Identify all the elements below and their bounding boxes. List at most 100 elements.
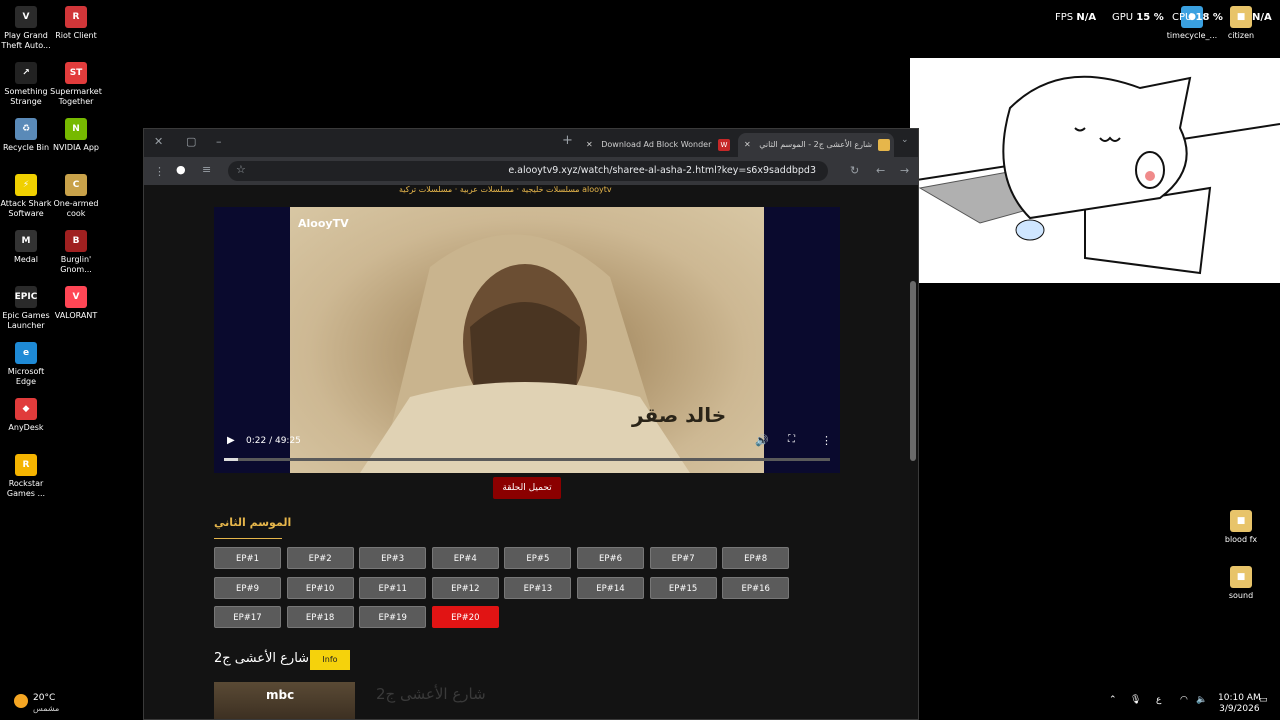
thumbnail-subtitle: شارع الأعشى ج2 xyxy=(376,685,486,703)
progress-bar[interactable] xyxy=(224,458,830,461)
desktop-icon[interactable]: ■ sound xyxy=(1215,566,1267,601)
desktop-icon-label: Rockstar Games ... xyxy=(6,479,46,498)
episode-button[interactable]: EP#1 xyxy=(214,547,281,569)
top-nav[interactable]: مسلسلات خليجية · مسلسلات عربية · مسلسلات… xyxy=(399,185,612,194)
forward-icon[interactable]: → xyxy=(900,164,909,177)
app-icon: ⚡ xyxy=(15,174,37,196)
desktop-icon[interactable]: ◆ AnyDesk xyxy=(0,398,52,433)
app-icon: EPIC xyxy=(15,286,37,308)
episode-button[interactable]: EP#8 xyxy=(722,547,790,569)
app-icon: R xyxy=(65,6,87,28)
scrollbar[interactable] xyxy=(910,281,916,461)
fullscreen-icon[interactable]: ⛶ xyxy=(788,434,795,445)
close-icon[interactable]: ✕ xyxy=(744,140,751,149)
season-underline xyxy=(214,538,282,539)
app-icon: V xyxy=(15,6,37,28)
episode-button[interactable]: EP#2 xyxy=(286,547,354,569)
app-icon: ↗ xyxy=(15,62,37,84)
desktop-icon[interactable]: B Burglin' Gnom... xyxy=(50,230,102,275)
close-icon[interactable]: ✕ xyxy=(586,140,593,149)
menu-icon[interactable]: ⋮ xyxy=(154,165,165,178)
download-episode-button[interactable]: تحميل الحلقة xyxy=(493,477,561,499)
episode-button[interactable]: EP#4 xyxy=(431,547,499,569)
microphone-icon[interactable]: 🎙 xyxy=(1130,695,1141,705)
episode-button[interactable]: EP#6 xyxy=(577,547,644,569)
chevron-down-icon[interactable]: ⌄ xyxy=(901,135,909,145)
tab-bar: ✕ ▢ – + ✕ Download Ad Block Wonder W ✕ ش… xyxy=(144,129,918,157)
desktop-icon[interactable]: R Riot Client xyxy=(50,6,102,41)
reload-icon[interactable]: ↻ xyxy=(850,164,859,177)
url-text: e.alooytv9.xyz/watch/sharee-al-asha-2.ht… xyxy=(508,165,816,176)
desktop-icon-label: Supermarket Together xyxy=(50,87,102,106)
episode-button[interactable]: EP#3 xyxy=(359,547,427,569)
desktop-icon[interactable]: EPIC Epic Games Launcher xyxy=(0,286,52,331)
close-icon[interactable]: ✕ xyxy=(154,135,163,148)
desktop-icon[interactable]: C One-armed cook xyxy=(50,174,102,219)
tab-current[interactable]: ✕ شارع الأعشى ج2 - الموسم الثاني xyxy=(738,133,894,157)
episode-button[interactable]: EP#5 xyxy=(504,547,572,569)
desktop-icon[interactable]: R Rockstar Games ... xyxy=(0,454,52,499)
episode-button[interactable]: EP#10 xyxy=(286,576,354,599)
episode-button[interactable]: EP#14 xyxy=(577,576,644,599)
episode-button[interactable]: EP#7 xyxy=(649,547,717,569)
desktop-icon-label: Riot Client xyxy=(55,31,97,40)
mbc-logo: mbc xyxy=(266,688,295,702)
watermark: AlooyTV xyxy=(298,217,349,230)
extension-icon[interactable]: ● xyxy=(176,163,186,176)
omnibox[interactable]: ☆ e.alooytv9.xyz/watch/sharee-al-asha-2.… xyxy=(228,161,828,181)
desktop-icon[interactable]: ■ blood fx xyxy=(1215,510,1267,545)
clock[interactable]: 10:10 AM 3/9/2026 xyxy=(1218,693,1261,715)
notification-icon[interactable]: ▭ xyxy=(1259,695,1268,705)
time-readout: 0:22 / 49:25 xyxy=(246,436,301,446)
desktop-icon-label: timecycle_... xyxy=(1166,31,1218,40)
episode-button[interactable]: EP#20 xyxy=(431,606,499,628)
chevron-up-icon[interactable]: ⌃ xyxy=(1109,695,1117,705)
desktop-icon-label: One-armed cook xyxy=(53,199,99,218)
sun-icon xyxy=(14,694,28,708)
progress-fill xyxy=(224,458,238,461)
desktop-icon[interactable]: ST Supermarket Together xyxy=(50,62,102,107)
wonder-icon: W xyxy=(718,139,730,151)
show-thumbnail[interactable]: mbc xyxy=(214,682,355,719)
episode-button[interactable]: EP#18 xyxy=(286,606,354,628)
desktop-icon-label: Attack Shark Software xyxy=(0,199,52,218)
address-bar: ⋮ ● ≡ ☆ e.alooytv9.xyz/watch/sharee-al-a… xyxy=(144,157,918,185)
episode-button[interactable]: EP#13 xyxy=(504,576,572,599)
back-icon[interactable]: ← xyxy=(876,164,885,177)
player-controls: ▶ 0:22 / 49:25 🔊 ⛶ ⋮ xyxy=(214,427,840,473)
info-button[interactable]: Info xyxy=(310,650,350,670)
bookmark-star-icon[interactable]: ☆ xyxy=(236,163,246,176)
desktop-icon[interactable]: M Medal xyxy=(0,230,52,265)
volume-icon[interactable]: 🔊 xyxy=(755,434,769,447)
reading-list-icon[interactable]: ≡ xyxy=(202,163,211,176)
more-icon[interactable]: ⋮ xyxy=(821,434,832,447)
desktop-icon[interactable]: V Play Grand Theft Auto... xyxy=(0,6,52,51)
gpu-readout: GPU 15 % xyxy=(1112,12,1164,23)
desktop-icon[interactable]: e Microsoft Edge xyxy=(0,342,52,387)
maximize-icon[interactable]: ▢ xyxy=(186,135,196,148)
desktop-icon[interactable]: ♻ Recycle Bin xyxy=(0,118,52,153)
desktop-icon[interactable]: ↗ Something Strange xyxy=(0,62,52,107)
video-caption: خالد صقر xyxy=(632,403,727,427)
minimize-icon[interactable]: – xyxy=(216,135,222,148)
episode-button[interactable]: EP#17 xyxy=(214,606,281,628)
episode-button[interactable]: EP#19 xyxy=(359,606,427,628)
speaker-icon[interactable]: 🔈 xyxy=(1196,695,1207,705)
play-icon[interactable]: ▶ xyxy=(227,435,235,446)
episode-button[interactable]: EP#12 xyxy=(431,576,499,599)
episode-button[interactable]: EP#9 xyxy=(214,576,281,599)
episode-button[interactable]: EP#16 xyxy=(722,576,790,599)
app-icon: ■ xyxy=(1230,566,1252,588)
desktop-icon[interactable]: N NVIDIA App xyxy=(50,118,102,153)
desktop-icon[interactable]: ⚡ Attack Shark Software xyxy=(0,174,52,219)
show-title: شارع الأعشى ج2 xyxy=(214,651,310,666)
video-player[interactable]: AlooyTV خالد صقر ▶ 0:22 / 49:25 🔊 ⛶ ⋮ xyxy=(214,207,840,473)
wifi-icon[interactable]: ◠ xyxy=(1180,695,1188,705)
new-tab-icon[interactable]: + xyxy=(562,133,573,148)
app-icon: ◆ xyxy=(15,398,37,420)
episode-button[interactable]: EP#15 xyxy=(649,576,717,599)
desktop-icon[interactable]: V VALORANT xyxy=(50,286,102,321)
language-indicator[interactable]: ع xyxy=(1156,695,1161,705)
episode-button[interactable]: EP#11 xyxy=(359,576,427,599)
tab-adblock[interactable]: ✕ Download Ad Block Wonder W xyxy=(584,133,734,157)
